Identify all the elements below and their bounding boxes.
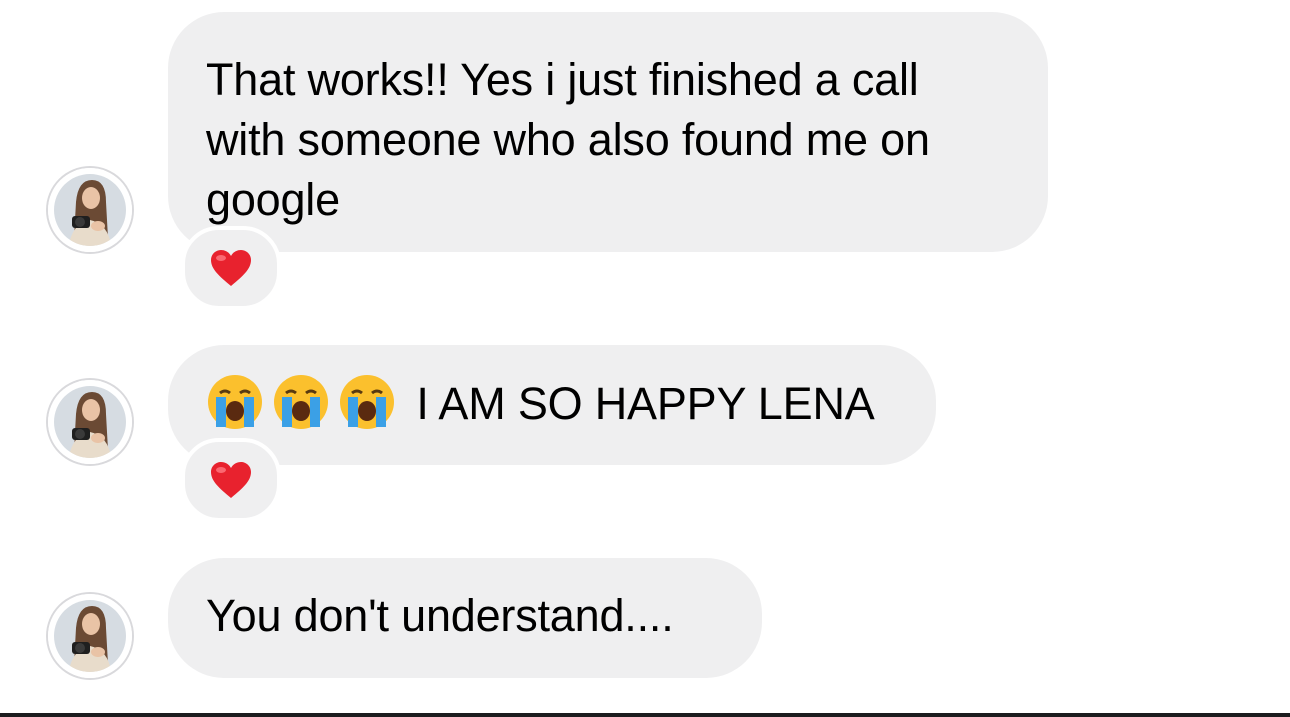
loudly-crying-face-icon <box>340 375 394 429</box>
message-bubble[interactable]: That works!! Yes i just finished a call … <box>168 12 1048 252</box>
contact-avatar[interactable] <box>48 168 132 252</box>
message-bubble[interactable]: I AM SO HAPPY LENA <box>168 345 936 465</box>
bottom-divider <box>0 713 1290 717</box>
message-text: I AM SO HAPPY LENA <box>416 378 875 429</box>
loudly-crying-face-icon <box>208 375 262 429</box>
loudly-crying-face-icon <box>274 375 328 429</box>
contact-avatar[interactable] <box>48 380 132 464</box>
heart-reaction-icon <box>211 250 251 286</box>
avatar-photo-icon <box>48 380 132 464</box>
heart-reaction-icon <box>211 462 251 498</box>
message-text: That works!! Yes i just finished a call … <box>206 54 930 225</box>
message-text: You don't understand.... <box>206 590 674 641</box>
avatar-photo-icon <box>48 168 132 252</box>
reaction-badge[interactable] <box>181 226 281 310</box>
reaction-badge[interactable] <box>181 438 281 522</box>
message-bubble[interactable]: You don't understand.... <box>168 558 762 678</box>
avatar-photo-icon <box>48 594 132 678</box>
contact-avatar[interactable] <box>48 594 132 678</box>
